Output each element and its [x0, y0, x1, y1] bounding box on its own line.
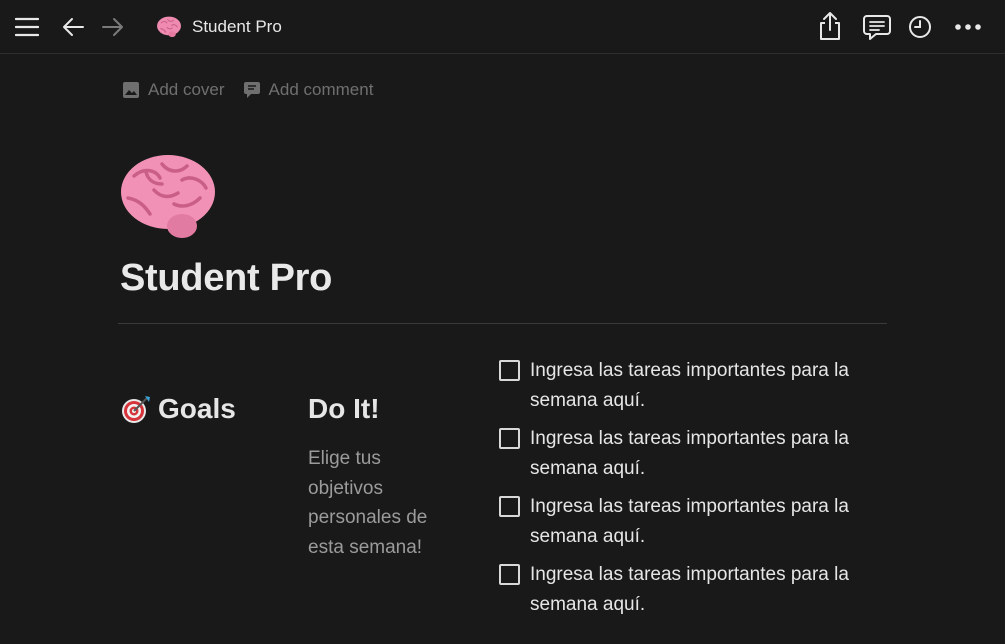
todo-item: Ingresa las tareas importantes para la s…: [499, 560, 889, 619]
divider: [118, 323, 887, 324]
todo-item: Ingresa las tareas importantes para la s…: [499, 492, 889, 551]
todo-text[interactable]: Ingresa las tareas importantes para la s…: [530, 492, 875, 551]
todo-list: Ingresa las tareas importantes para la s…: [499, 356, 889, 628]
menu-icon[interactable]: [14, 14, 40, 40]
add-cover-label: Add cover: [148, 80, 225, 99]
goals-label: Goals: [158, 393, 236, 424]
page-title[interactable]: Student Pro: [120, 257, 332, 300]
share-icon[interactable]: [816, 10, 844, 42]
image-icon: [123, 82, 139, 98]
goals-heading: Goals: [120, 393, 236, 425]
todo-text[interactable]: Ingresa las tareas importantes para la s…: [530, 424, 875, 483]
todo-checkbox[interactable]: [499, 496, 520, 517]
add-cover-button[interactable]: Add cover: [122, 80, 225, 100]
add-comment-label: Add comment: [268, 80, 374, 99]
target-icon: [122, 396, 150, 423]
breadcrumb-title: Student Pro: [192, 17, 282, 36]
doit-heading: Do It!: [308, 393, 380, 424]
todo-checkbox[interactable]: [499, 428, 520, 449]
clock-icon[interactable]: [906, 13, 934, 41]
page-actions: Add cover Add comment: [122, 80, 373, 100]
add-comment-button[interactable]: Add comment: [243, 80, 374, 100]
brain-icon[interactable]: [118, 150, 218, 242]
todo-checkbox[interactable]: [499, 360, 520, 381]
top-bar: Student Pro: [0, 0, 1005, 54]
arrow-right-icon[interactable]: [100, 14, 126, 40]
comments-icon[interactable]: [862, 12, 892, 42]
todo-checkbox[interactable]: [499, 564, 520, 585]
breadcrumb[interactable]: Student Pro: [156, 14, 282, 40]
doit-text[interactable]: Elige tus objetivos personales de esta s…: [308, 444, 458, 562]
comment-icon: [243, 82, 260, 98]
brain-icon: [157, 16, 181, 38]
todo-item: Ingresa las tareas importantes para la s…: [499, 356, 889, 415]
todo-text[interactable]: Ingresa las tareas importantes para la s…: [530, 356, 875, 415]
more-icon[interactable]: [952, 13, 984, 41]
arrow-left-icon[interactable]: [60, 14, 86, 40]
todo-item: Ingresa las tareas importantes para la s…: [499, 424, 889, 483]
todo-text[interactable]: Ingresa las tareas importantes para la s…: [530, 560, 875, 619]
